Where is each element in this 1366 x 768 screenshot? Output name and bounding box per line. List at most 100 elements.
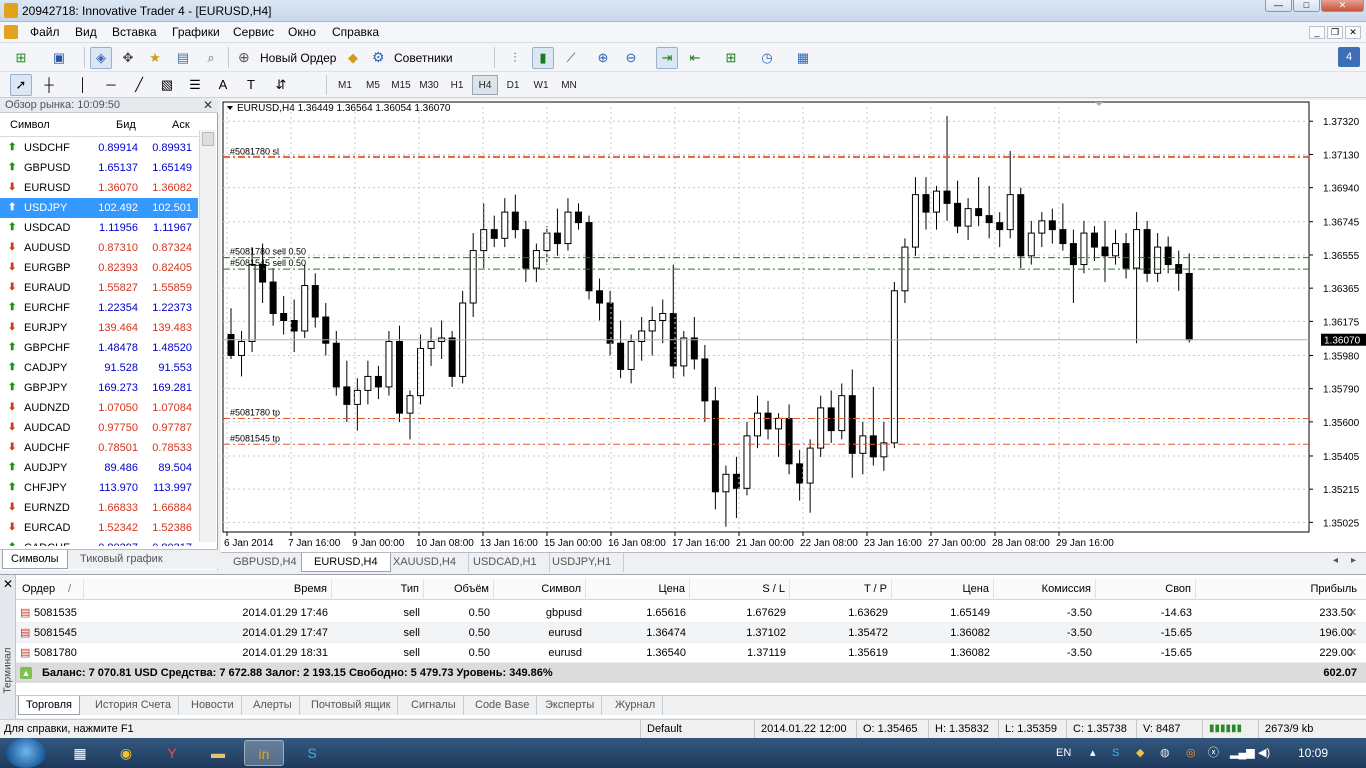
candle-bear[interactable]	[280, 313, 288, 321]
tester-icon[interactable]: ⌕	[200, 47, 222, 69]
tab-chart-xauusd[interactable]: XAUUSD,H4	[381, 553, 469, 572]
col-commission[interactable]: Комиссия	[994, 579, 1096, 600]
chart-shift-icon[interactable]: ⇤	[684, 47, 706, 69]
skype-app-icon[interactable]: S	[292, 740, 332, 766]
market-watch-row[interactable]: ⬆ GBPUSD 1.65137 1.65149	[0, 158, 198, 178]
candle-bull[interactable]	[364, 375, 372, 391]
tray-app-icon[interactable]: ◍	[1160, 738, 1170, 768]
timeframe-m5[interactable]: M5	[360, 75, 386, 95]
equidistant-channel-icon[interactable]: ▧	[156, 74, 178, 96]
mail-badge-icon[interactable]: 4	[1338, 47, 1360, 67]
terminal-tab[interactable]: Алерты	[246, 696, 300, 715]
market-watch-row[interactable]: ⬆ USDCAD 1.11956 1.11967	[0, 218, 198, 238]
candle-bear[interactable]	[690, 337, 698, 360]
market-watch-scrollbar[interactable]	[199, 130, 216, 542]
candlestick-icon[interactable]: ▮	[532, 47, 554, 69]
tab-chart-eurusd[interactable]: EURUSD,H4	[301, 553, 391, 572]
candle-bull[interactable]	[385, 340, 393, 388]
tray-x-icon[interactable]: ⓧ	[1208, 738, 1219, 768]
yandex-browser-icon[interactable]: Y	[152, 740, 192, 766]
market-watch-row[interactable]: ⬇ EURNZD 1.66833 1.66884	[0, 498, 198, 518]
order-row[interactable]: ▤ 5081535 2014.01.29 17:46 sell 0.50 gbpusd 1.…	[16, 603, 1366, 623]
candle-bull[interactable]	[817, 407, 825, 449]
terminal-icon[interactable]: ▤	[172, 47, 194, 69]
candle-bear[interactable]	[596, 290, 604, 304]
price-chart[interactable]: 1.37320 1.37130 1.36940 1.36745 1.36555 1.363…	[221, 100, 1366, 552]
tab-scroll-right-icon[interactable]: ▸	[1351, 555, 1356, 566]
market-watch-row[interactable]: ⬆ GBPJPY 169.273 169.281	[0, 378, 198, 398]
periods-icon[interactable]: ◷	[756, 47, 778, 69]
terminal-tab[interactable]: Эксперты	[538, 696, 603, 715]
terminal-tab[interactable]: Code Base	[468, 696, 538, 715]
timeframe-h1[interactable]: H1	[444, 75, 470, 95]
candle-bull[interactable]	[964, 208, 972, 227]
col-price[interactable]: Цена	[586, 579, 690, 600]
terminal-tab[interactable]: История Счета	[88, 696, 180, 715]
candle-bull[interactable]	[238, 340, 246, 356]
candle-bear[interactable]	[585, 222, 593, 292]
candle-bull[interactable]	[1112, 243, 1120, 257]
candle-bull[interactable]	[501, 211, 509, 239]
mdi-close-button[interactable]: ✕	[1345, 26, 1361, 39]
experts-button[interactable]: ⚙ Советники	[370, 47, 462, 69]
new-chart-icon[interactable]: ⊞	[10, 47, 32, 69]
explorer-app-icon[interactable]: ▦	[60, 740, 100, 766]
data-window-icon[interactable]: ✥	[117, 47, 139, 69]
col-volume[interactable]: Объём	[424, 579, 494, 600]
timeframe-d1[interactable]: D1	[500, 75, 526, 95]
candle-bear[interactable]	[574, 211, 582, 224]
candle-bear[interactable]	[1122, 243, 1130, 269]
market-watch-row[interactable]: ⬇ EURJPY 139.464 139.483	[0, 318, 198, 338]
close-window-button[interactable]: ✕	[1321, 0, 1364, 12]
market-watch-row[interactable]: ⬆ CADCHF 0.80297 0.80317	[0, 538, 198, 546]
close-icon[interactable]: ✕	[203, 98, 213, 112]
start-button[interactable]	[6, 738, 46, 768]
candle-bear[interactable]	[1069, 243, 1077, 266]
candle-bear[interactable]	[395, 340, 403, 414]
tab-chart-usdcad[interactable]: USDCAD,H1	[461, 553, 550, 572]
clock[interactable]: 10:09	[1298, 738, 1328, 768]
candle-bear[interactable]	[985, 215, 993, 224]
candle-bear[interactable]	[1017, 194, 1025, 257]
minimize-button[interactable]: —	[1265, 0, 1292, 12]
candle-bear[interactable]	[511, 211, 519, 231]
candle-bull[interactable]	[469, 250, 477, 304]
col-current-price[interactable]: Цена	[892, 579, 994, 600]
timeframe-w1[interactable]: W1	[528, 75, 554, 95]
market-watch-row[interactable]: ⬆ EURCHF 1.22354 1.22373	[0, 298, 198, 318]
terminal-tab[interactable]: Почтовый ящик	[304, 696, 399, 715]
candle-bull[interactable]	[1006, 194, 1014, 231]
mdi-restore-button[interactable]: ❐	[1327, 26, 1343, 39]
indicators-icon[interactable]: ⊞	[720, 47, 742, 69]
column-ask[interactable]: Аск	[172, 119, 190, 131]
candle-bear[interactable]	[343, 386, 351, 405]
trendline-icon[interactable]: ╱	[128, 74, 150, 96]
trader-app-icon[interactable]: in	[244, 740, 284, 766]
chart-window[interactable]: 1.37320 1.37130 1.36940 1.36745 1.36555 1.363…	[221, 100, 1366, 552]
candle-bear[interactable]	[869, 435, 877, 458]
close-icon[interactable]: ✕	[3, 577, 13, 591]
col-tp[interactable]: T / P	[790, 579, 892, 600]
candle-bear[interactable]	[1059, 229, 1067, 245]
candle-bull[interactable]	[627, 340, 635, 370]
candle-bear[interactable]	[764, 412, 772, 430]
column-symbol[interactable]: Символ	[10, 119, 50, 131]
col-symbol[interactable]: Символ	[494, 579, 586, 600]
order-row[interactable]: ▤ 5081545 2014.01.29 17:47 sell 0.50 eurusd 1.…	[16, 623, 1366, 643]
candle-bear[interactable]	[732, 473, 740, 489]
candle-bull[interactable]	[301, 285, 309, 332]
menu-file[interactable]: Файл	[30, 25, 60, 39]
candle-bear[interactable]	[975, 208, 983, 217]
candle-bear[interactable]	[785, 417, 793, 465]
candle-bull[interactable]	[806, 447, 814, 484]
timeframe-mn[interactable]: MN	[556, 75, 582, 95]
market-watch-row[interactable]: ⬇ EURAUD 1.55827 1.55859	[0, 278, 198, 298]
candle-bull[interactable]	[427, 340, 435, 349]
market-watch-row[interactable]: ⬆ AUDJPY 89.486 89.504	[0, 458, 198, 478]
candle-bull[interactable]	[722, 473, 730, 493]
timeframe-h4[interactable]: H4	[472, 75, 498, 95]
close-order-icon[interactable]: ✕	[1348, 603, 1357, 623]
text-icon[interactable]: A	[212, 74, 234, 96]
candle-bear[interactable]	[553, 232, 561, 245]
templates-icon[interactable]: ▦	[792, 47, 814, 69]
